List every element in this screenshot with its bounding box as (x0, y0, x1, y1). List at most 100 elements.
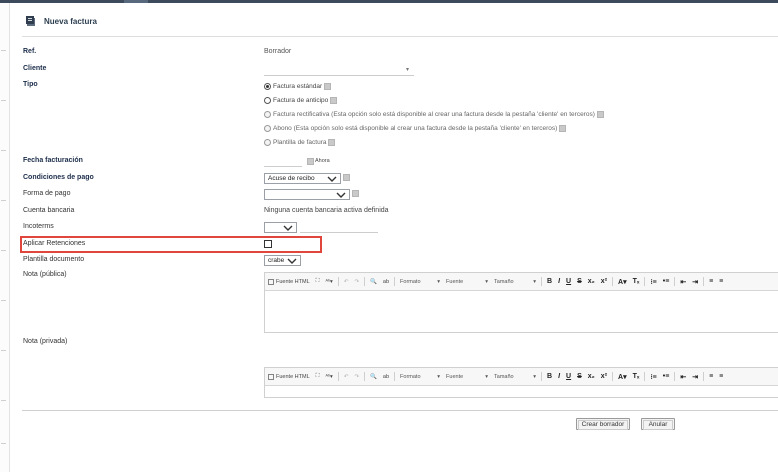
condiciones-value: Acuse de recibo (268, 175, 315, 182)
plantilla-select[interactable]: crabe (264, 255, 301, 266)
dropdown-arrow-icon: ▾ (485, 373, 489, 380)
chevron-down-icon (287, 258, 297, 264)
italic-button[interactable]: I (555, 278, 563, 285)
spellcheck-icon[interactable]: ᴬᵇ▾ (322, 279, 335, 285)
chevron-down-icon (327, 176, 337, 182)
nota-privada-editor[interactable]: Fuente HTML ⛶ ᴬᵇ▾ ↶ ↷ 🔍 ab Formato ▾ Fuen… (264, 367, 778, 398)
subscript-button[interactable]: x₂ (585, 278, 598, 285)
retenciones-checkbox[interactable] (264, 240, 272, 248)
fuente-dropdown[interactable]: Fuente ▾ (443, 279, 491, 285)
redo-icon[interactable]: ↷ (351, 279, 362, 285)
formato-dropdown[interactable]: Formato ▾ (397, 374, 443, 380)
help-icon[interactable] (330, 97, 338, 104)
indent-icon[interactable]: ⇥ (689, 373, 701, 381)
dropdown-arrow-icon: ▾ (485, 278, 489, 285)
active-tab-indicator (124, 0, 148, 3)
bullet-list-icon[interactable]: •≡ (660, 373, 673, 380)
nota-publica-editor[interactable]: Fuente HTML ⛶ ᴬᵇ▾ ↶ ↷ 🔍 ab Formato ▾ Fuen… (264, 272, 778, 333)
numbered-list-icon[interactable]: ⁝≡ (647, 278, 659, 286)
tipo-radio-estandar[interactable]: Factura estándar (264, 83, 332, 90)
strike-button[interactable]: S (574, 373, 585, 380)
remove-format-icon[interactable]: Tₓ (630, 278, 643, 285)
editor-toolbar: Fuente HTML ⛶ ᴬᵇ▾ ↶ ↷ 🔍 ab Formato ▾ Fuen… (265, 273, 778, 291)
help-icon[interactable] (596, 111, 604, 118)
incoterms-label: Incoterms (23, 223, 54, 230)
chevron-down-icon (336, 192, 346, 198)
help-icon[interactable] (343, 174, 350, 181)
text-color-button[interactable]: A▾ (615, 278, 630, 286)
tamano-dropdown[interactable]: Tamaño ▾ (491, 279, 539, 285)
incoterms-input[interactable] (300, 232, 378, 233)
ahora-link[interactable]: Ahora (315, 158, 330, 164)
underline-button[interactable]: U (563, 373, 574, 380)
cliente-select[interactable] (264, 75, 414, 76)
editor-toolbar: Fuente HTML ⛶ ᴬᵇ▾ ↶ ↷ 🔍 ab Formato ▾ Fuen… (265, 368, 778, 386)
forma-pago-label: Forma de pago (23, 190, 71, 197)
find-icon[interactable]: 🔍 (367, 279, 380, 285)
fuente-dropdown[interactable]: Fuente ▾ (443, 374, 491, 380)
radio-label: Plantilla de factura (273, 139, 327, 146)
tipo-radio-anticipo[interactable]: Factura de anticipo (264, 97, 338, 104)
tamano-label: Tamaño (494, 278, 514, 285)
numbered-list-icon[interactable]: ⁝≡ (647, 373, 659, 381)
ref-label: Ref. (23, 48, 37, 55)
superscript-button[interactable]: x² (598, 373, 610, 380)
source-html-button[interactable]: Fuente HTML (265, 374, 313, 380)
source-label: Fuente HTML (276, 278, 310, 285)
align-left-icon[interactable]: ≡ (706, 278, 716, 285)
spellcheck-icon[interactable]: ᴬᵇ▾ (322, 374, 335, 380)
anular-button[interactable]: Anular (641, 418, 675, 430)
crear-borrador-button[interactable]: Crear borrador (576, 418, 630, 430)
radio-button[interactable] (264, 83, 271, 90)
ref-value: Borrador (264, 48, 292, 55)
chevron-down-icon[interactable]: ▾ (406, 66, 409, 73)
align-center-icon[interactable]: ≡ (716, 373, 726, 380)
replace-icon[interactable]: ab (380, 279, 392, 285)
radio-button-disabled (264, 139, 271, 146)
strike-button[interactable]: S (574, 278, 585, 285)
incoterms-select[interactable] (264, 222, 297, 233)
undo-icon[interactable]: ↶ (341, 374, 352, 380)
help-icon[interactable] (328, 139, 336, 146)
italic-button[interactable]: I (555, 373, 563, 380)
radio-button[interactable] (264, 97, 271, 104)
help-icon[interactable] (324, 83, 332, 90)
dropdown-arrow-icon: ▾ (437, 373, 441, 380)
source-html-button[interactable]: Fuente HTML (265, 279, 313, 285)
subscript-button[interactable]: x₂ (585, 373, 598, 380)
help-icon[interactable] (352, 190, 359, 197)
outdent-icon[interactable]: ⇤ (677, 278, 689, 286)
invoice-icon (26, 16, 35, 26)
outdent-icon[interactable]: ⇤ (677, 373, 689, 381)
undo-icon[interactable]: ↶ (341, 279, 352, 285)
help-icon[interactable] (559, 125, 567, 132)
superscript-button[interactable]: x² (598, 278, 610, 285)
condiciones-select[interactable]: Acuse de recibo (264, 173, 341, 184)
tamano-label: Tamaño (494, 373, 514, 380)
text-color-button[interactable]: A▾ (615, 373, 630, 381)
maximize-icon[interactable]: ⛶ (313, 278, 323, 285)
align-left-icon[interactable]: ≡ (706, 373, 716, 380)
top-nav-bar (0, 0, 778, 3)
replace-icon[interactable]: ab (380, 374, 392, 380)
bold-button[interactable]: B (544, 373, 555, 380)
source-label: Fuente HTML (276, 373, 310, 380)
maximize-icon[interactable]: ⛶ (313, 373, 323, 380)
source-icon (268, 373, 274, 380)
radio-label: Factura rectificativa (Esta opción solo … (273, 111, 595, 118)
bold-button[interactable]: B (544, 278, 555, 285)
calendar-icon[interactable] (307, 158, 314, 165)
fecha-input[interactable] (264, 166, 302, 167)
underline-button[interactable]: U (563, 278, 574, 285)
formato-dropdown[interactable]: Formato ▾ (397, 279, 443, 285)
formato-label: Formato (400, 278, 421, 285)
remove-format-icon[interactable]: Tₓ (630, 373, 643, 380)
align-center-icon[interactable]: ≡ (716, 278, 726, 285)
dropdown-arrow-icon: ▾ (437, 278, 441, 285)
find-icon[interactable]: 🔍 (367, 374, 380, 380)
forma-pago-select[interactable] (264, 189, 350, 200)
bullet-list-icon[interactable]: •≡ (660, 278, 673, 285)
redo-icon[interactable]: ↷ (351, 374, 362, 380)
indent-icon[interactable]: ⇥ (689, 278, 701, 286)
tamano-dropdown[interactable]: Tamaño ▾ (491, 374, 539, 380)
